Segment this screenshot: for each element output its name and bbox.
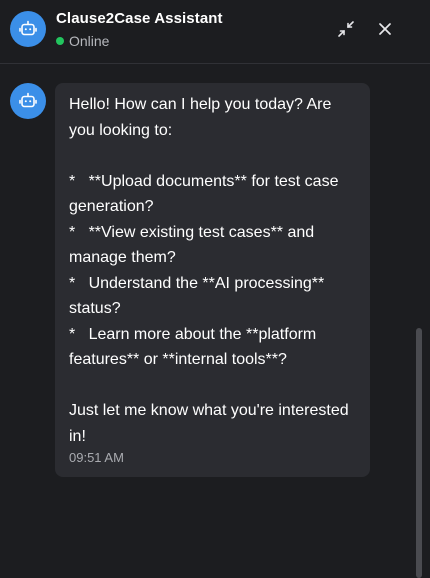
message-avatar [10, 83, 46, 119]
minimize-icon [338, 21, 354, 37]
status-dot-icon [56, 37, 64, 45]
online-status: Online [56, 33, 109, 49]
robot-icon [19, 20, 37, 36]
status-label: Online [69, 33, 110, 49]
robot-icon [19, 92, 37, 108]
assistant-message-bubble: Hello! How can I help you today? Are you… [55, 83, 370, 477]
close-button[interactable] [372, 16, 398, 42]
message-timestamp: 09:51 AM [69, 450, 124, 465]
chat-title: Clause2Case Assistant [56, 10, 223, 27]
message-list[interactable]: Hello! How can I help you today? Are you… [0, 65, 430, 578]
scrollbar-thumb[interactable] [416, 328, 422, 578]
minimize-button[interactable] [333, 16, 359, 42]
assistant-avatar [10, 11, 46, 47]
close-icon [379, 23, 391, 35]
chat-header: Clause2Case Assistant Online [0, 0, 430, 64]
message-text: Hello! How can I help you today? Are you… [69, 96, 349, 445]
